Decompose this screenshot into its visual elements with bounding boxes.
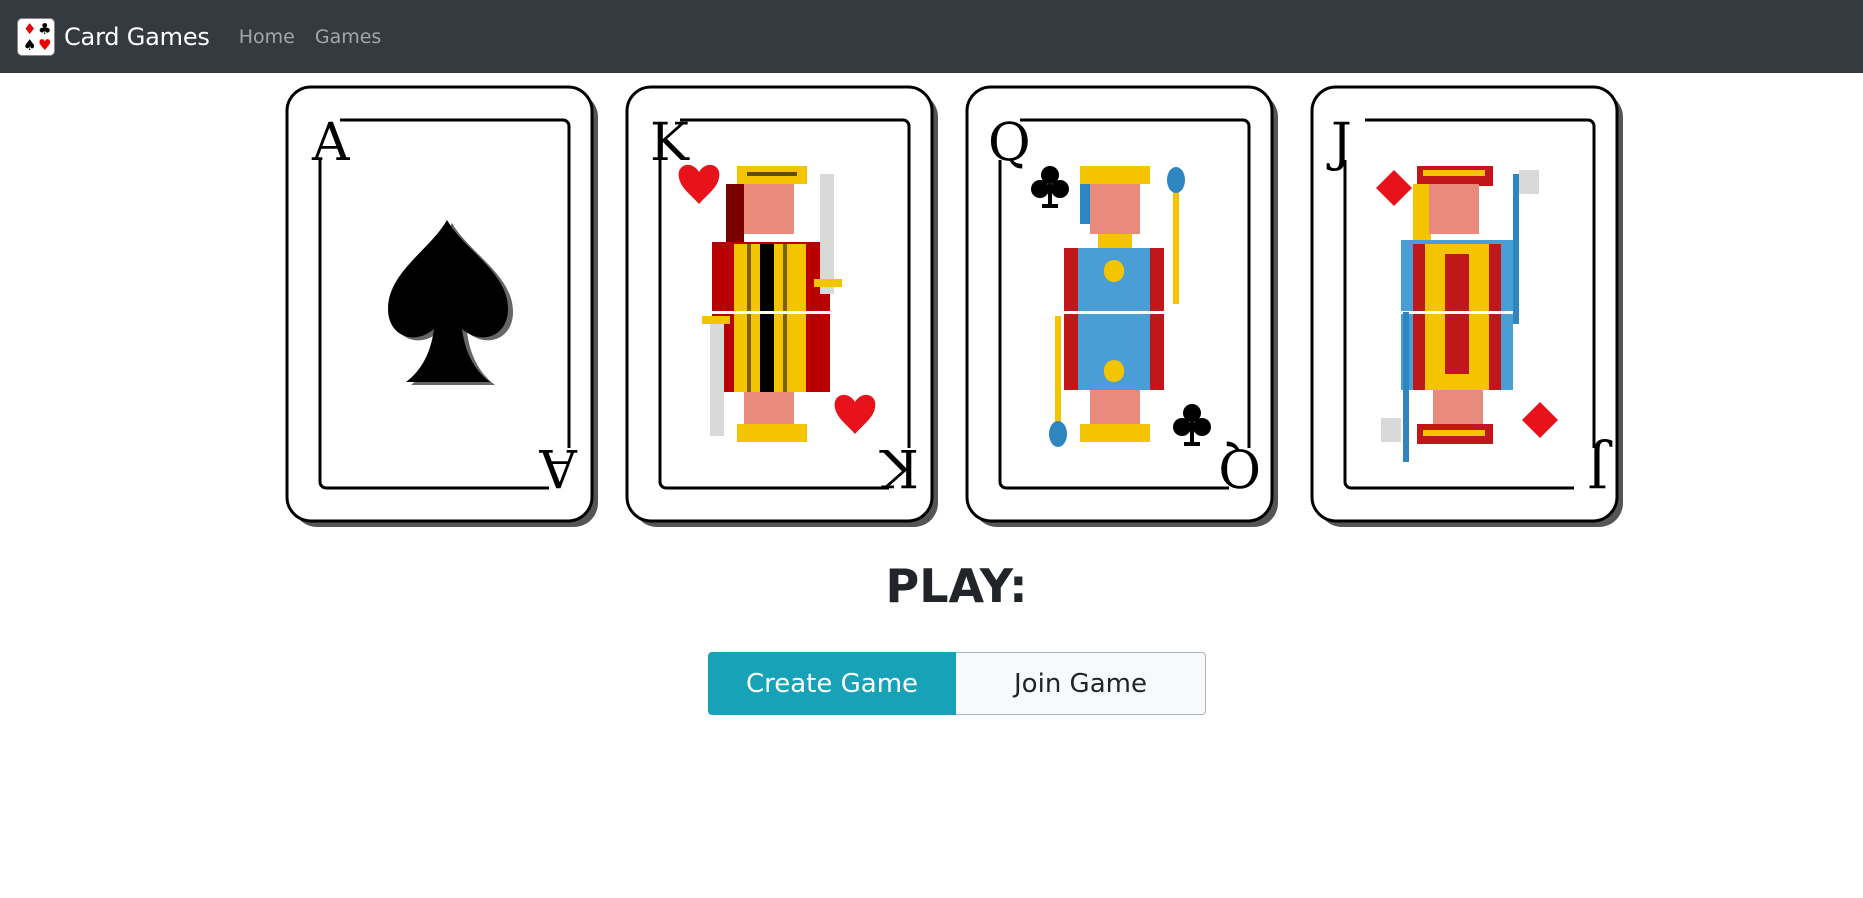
card-rank-top: A — [311, 113, 351, 173]
card-rank-bottom: K — [879, 437, 919, 497]
brand-name: Card Games — [64, 22, 210, 51]
card-rank-top: K — [650, 113, 690, 173]
card-king-of-hearts: K K — [625, 85, 938, 527]
join-game-button[interactable]: Join Game — [956, 652, 1206, 715]
card-rank-top: Q — [988, 113, 1031, 173]
play-button-group: Create Game Join Game — [708, 652, 1206, 715]
card-ace-of-spades: A A — [285, 85, 598, 527]
card-jack-of-diamonds: J J — [1310, 85, 1623, 527]
nav-home-link[interactable]: Home — [239, 26, 295, 48]
play-heading: PLAY: — [885, 559, 1028, 613]
card-rank-bottom: A — [538, 437, 578, 497]
card-rank-bottom: Q — [1218, 437, 1261, 497]
card-suits-icon: ♦ ♣ ♠ ♥ — [17, 17, 55, 56]
nav-games-link[interactable]: Games — [315, 26, 381, 48]
card-queen-of-clubs: Q Q — [965, 85, 1278, 527]
navbar: ♦ ♣ ♠ ♥ Card Games Home Games — [0, 0, 1863, 73]
brand-link[interactable]: ♦ ♣ ♠ ♥ Card Games — [17, 17, 210, 56]
create-game-button[interactable]: Create Game — [708, 652, 956, 715]
